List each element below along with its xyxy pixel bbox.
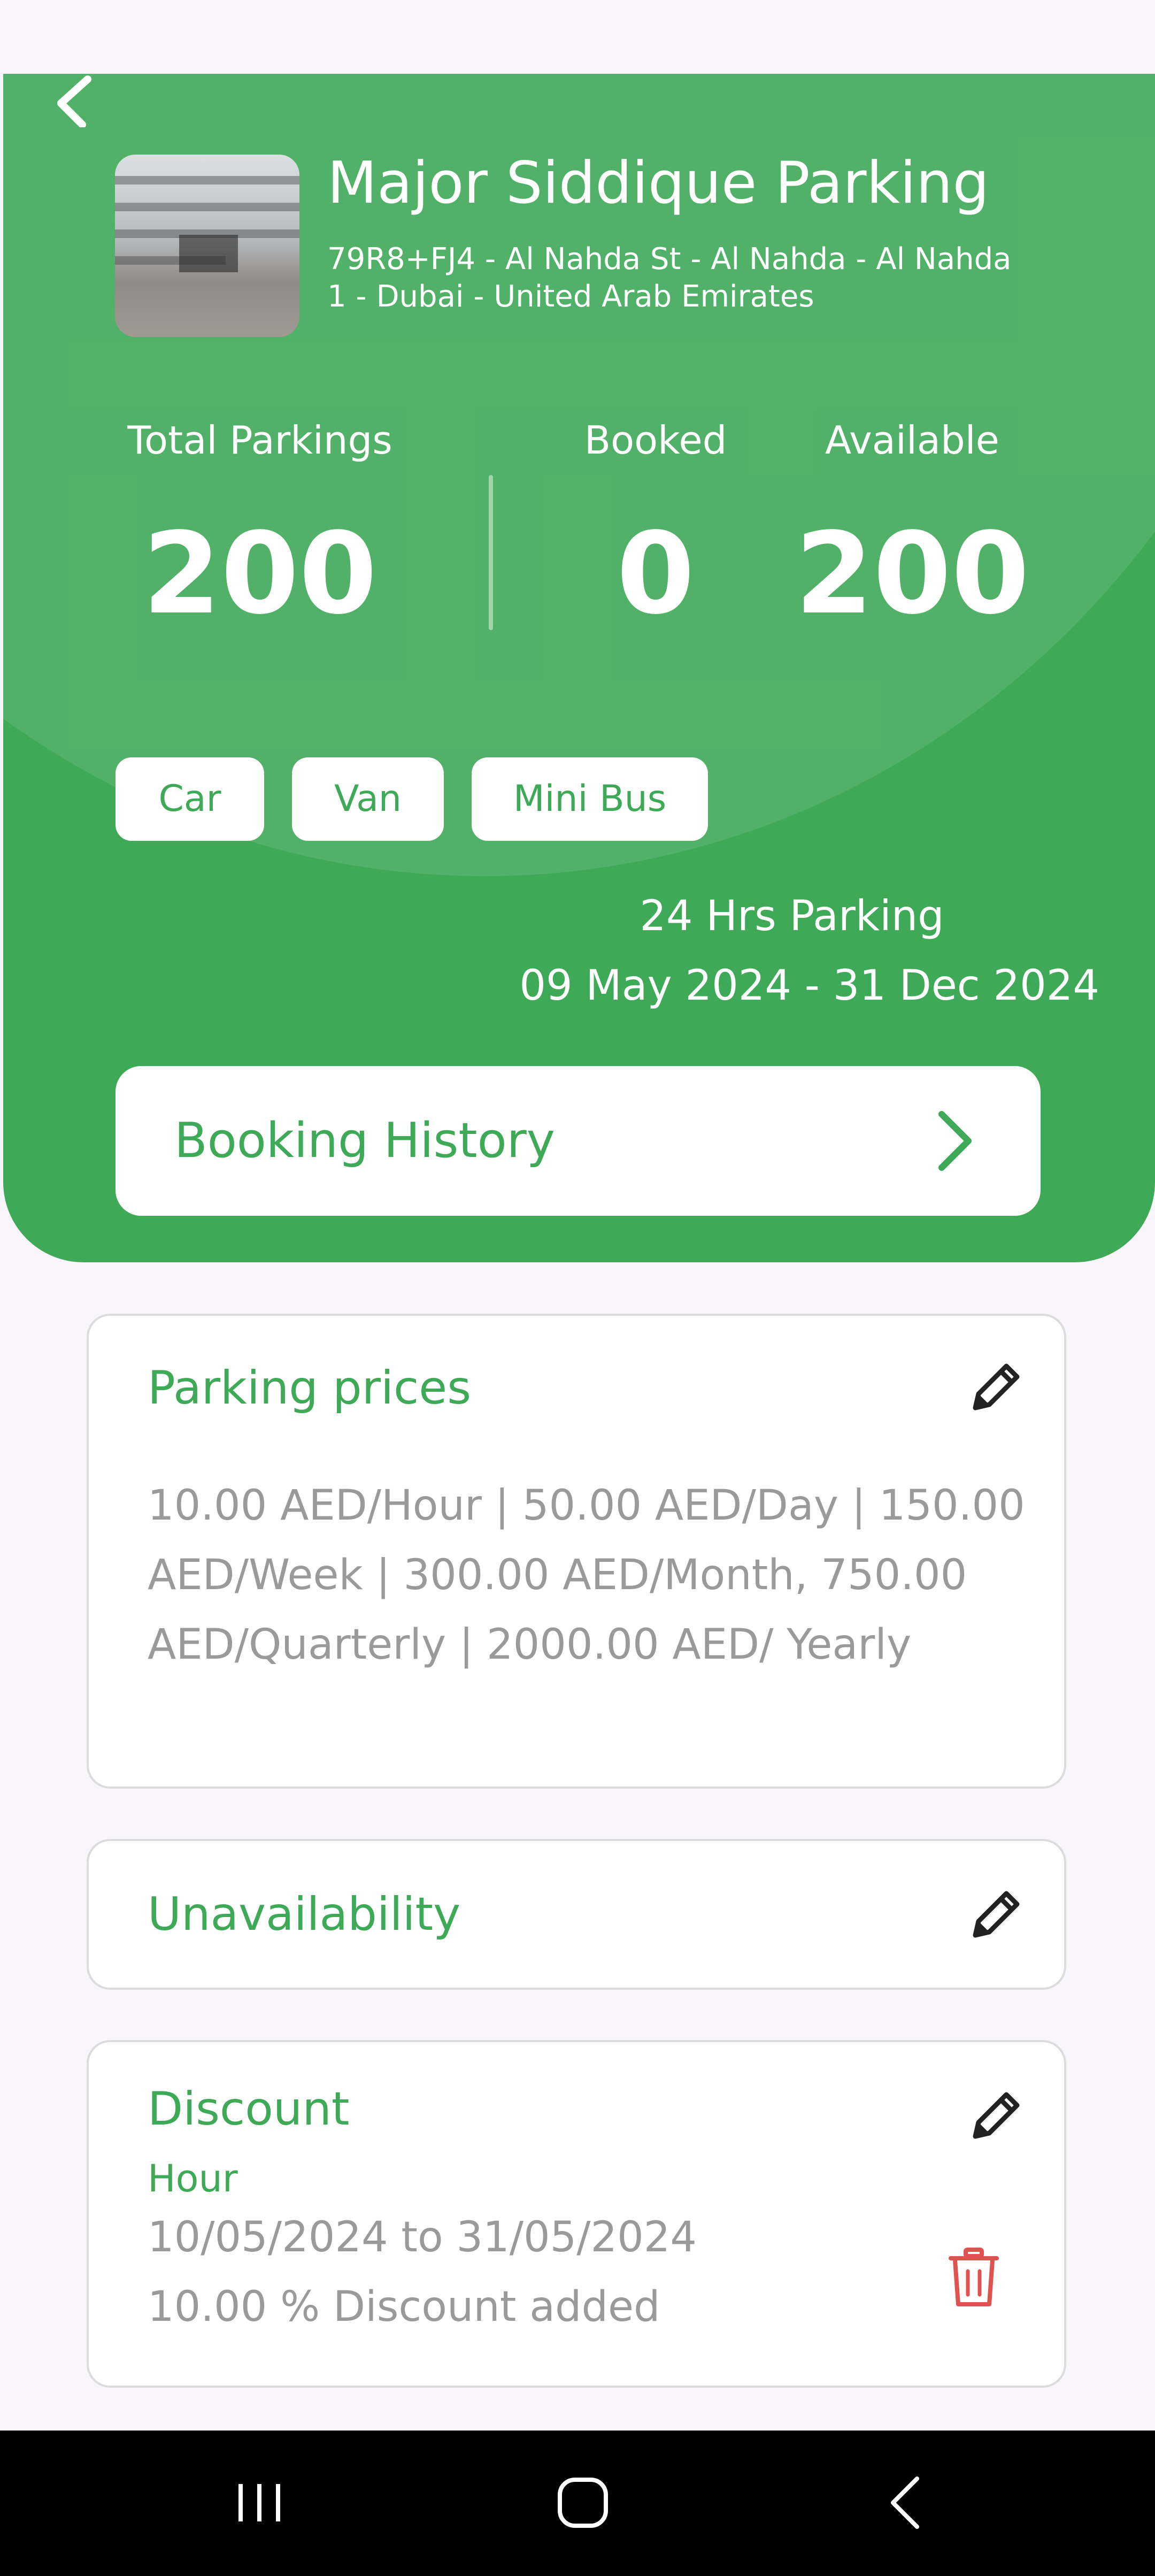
trash-icon[interactable] [944, 2245, 1003, 2310]
parking-hours: 24 Hrs Parking [640, 892, 944, 940]
pencil-icon[interactable] [966, 1359, 1025, 1417]
booked-value: 0 [616, 508, 695, 639]
pencil-icon[interactable] [966, 2087, 1025, 2146]
vehicle-chip-mini-bus: Mini Bus [472, 757, 708, 841]
back-icon[interactable] [50, 74, 98, 127]
home-icon[interactable] [548, 2468, 618, 2537]
total-parkings-label: Total Parkings [127, 418, 392, 463]
booking-history-button[interactable]: Booking History [116, 1066, 1041, 1216]
booked-label: Booked [584, 418, 727, 463]
discount-title: Discount [148, 2082, 350, 2136]
total-parkings-value: 200 [142, 508, 378, 639]
vehicle-chip-van: Van [292, 757, 444, 841]
recents-icon[interactable] [225, 2468, 294, 2537]
stats-divider [489, 475, 493, 630]
discount-description: 10.00 % Discount added [148, 2283, 660, 2331]
parking-name: Major Siddique Parking [327, 150, 990, 217]
available-value: 200 [795, 508, 1030, 639]
parking-prices-text: 10.00 AED/Hour | 50.00 AED/Day | 150.00 … [148, 1482, 1025, 1669]
parking-address: 79R8+FJ4 - Al Nahda St - Al Nahda - Al N… [327, 242, 1012, 314]
parking-date-range: 09 May 2024 - 31 Dec 2024 [519, 962, 1099, 1010]
pencil-icon[interactable] [966, 1886, 1025, 1945]
available-label: Available [825, 418, 999, 463]
parking-prices-title: Parking prices [148, 1361, 472, 1415]
vehicle-chip-car: Car [116, 757, 264, 841]
status-bar [0, 0, 1155, 74]
parking-header-card: Major Siddique Parking 79R8+FJ4 - Al Nah… [3, 74, 1155, 1262]
unavailability-card: Unavailability [87, 1839, 1066, 1990]
parking-photo [115, 155, 299, 337]
unavailability-title: Unavailability [148, 1888, 461, 1941]
discount-card: Discount Hour 10/05/2024 to 31/05/2024 1… [87, 2040, 1066, 2388]
parking-prices-card: Parking prices 10.00 AED/Hour | 50.00 AE… [87, 1314, 1066, 1789]
navigation-bar [0, 2431, 1155, 2576]
booking-history-label: Booking History [174, 1113, 555, 1169]
chevron-right-icon [938, 1111, 972, 1171]
back-icon[interactable] [872, 2468, 941, 2537]
discount-unit: Hour [148, 2157, 238, 2201]
discount-period: 10/05/2024 to 31/05/2024 [148, 2213, 697, 2261]
